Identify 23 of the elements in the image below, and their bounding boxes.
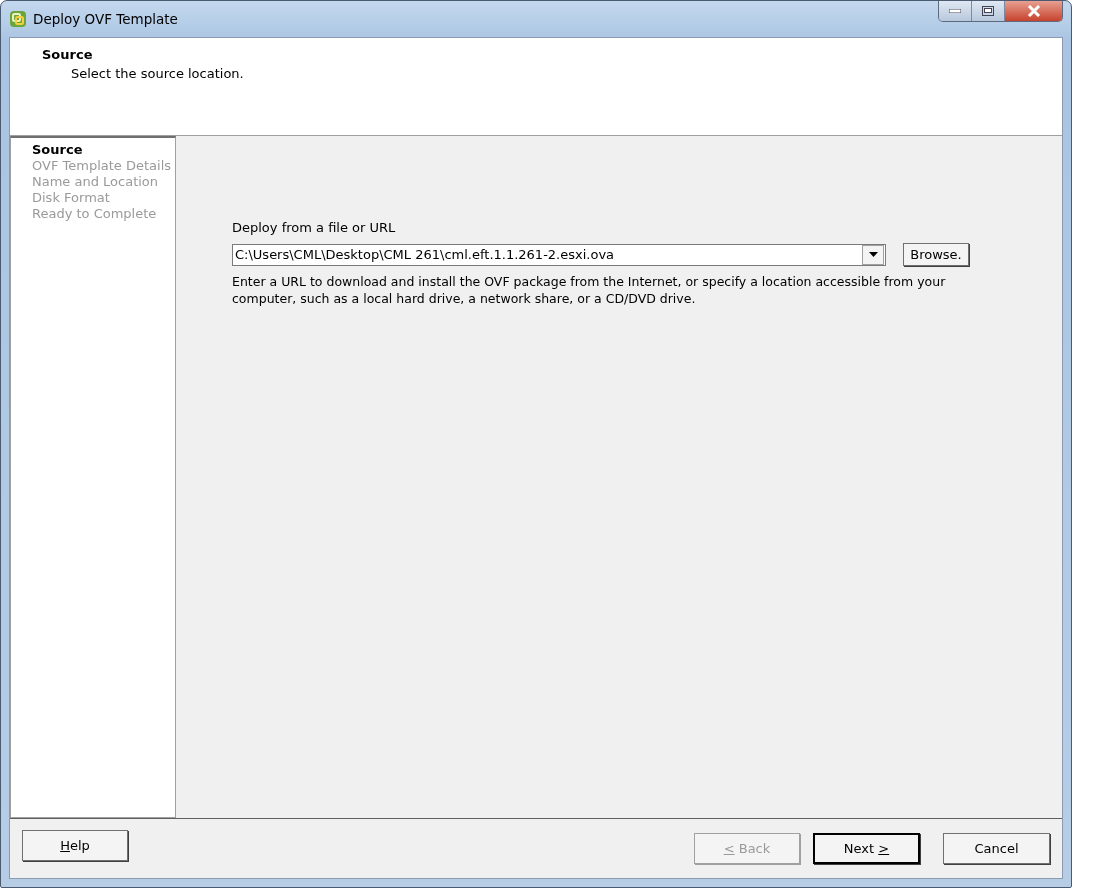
dropdown-button[interactable]	[862, 244, 884, 265]
close-button[interactable]	[1005, 1, 1062, 21]
wizard-step: Source	[32, 142, 175, 158]
browse-button[interactable]: Browse.	[903, 243, 969, 266]
source-label: Deploy from a file or URL	[232, 220, 397, 235]
wizard-step: Ready to Complete	[32, 206, 175, 222]
wizard-step: Name and Location	[32, 174, 175, 190]
close-icon	[1026, 5, 1041, 17]
minimize-icon	[949, 9, 961, 13]
caret-icon	[868, 252, 878, 257]
wizard-step: Disk Format	[32, 190, 175, 206]
source-combo-box[interactable]: C:\Users\CML\Desktop\CML 261\cml.eft.1.1.261-2.esxi.ova	[232, 243, 886, 266]
maximize-button[interactable]	[972, 1, 1005, 21]
app-icon	[9, 10, 27, 28]
maximize-icon	[982, 6, 994, 16]
cancel-button[interactable]: Cancel	[943, 833, 1050, 864]
page-title: Source	[42, 47, 94, 62]
wizard-step: OVF Template Details	[32, 158, 175, 174]
window-title: Deploy OVF Template	[33, 11, 178, 27]
help-button[interactable]: Help	[22, 829, 128, 861]
next-button[interactable]: Next >	[813, 833, 920, 864]
source-hint: Enter a URL to download and install the OVF package from the Internet, or specify a location accessible from your computer, such as a local hard drive, a network share, or a CD/DVD drive.	[232, 273, 947, 307]
page-subtitle: Select the source location.	[71, 66, 245, 81]
